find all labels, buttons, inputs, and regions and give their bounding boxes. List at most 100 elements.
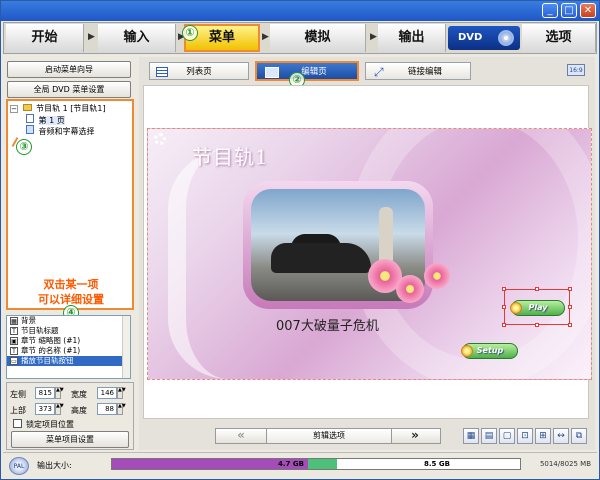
menu-title-text[interactable]: 节目轨1	[192, 141, 269, 170]
width-spinner[interactable]: ▲▼	[117, 387, 126, 399]
hint-text: 双击某一项 可以详细设置	[13, 277, 129, 307]
flower-bullet-icon	[461, 345, 473, 357]
minimize-button[interactable]: _	[542, 3, 558, 18]
dvd-label: DVD	[458, 32, 483, 43]
menu-canvas[interactable]: 节目轨1 007大破量子危机 Play Setup	[143, 85, 592, 419]
align-center-icon[interactable]: ⊡	[517, 428, 533, 444]
height-spinner[interactable]: ▲▼	[117, 403, 126, 415]
canvas-toolbar: « 剪辑选项 » ▦ ▤ ▢ ⊡ ⊞ ↔ ⧉	[143, 425, 589, 447]
tab-list-page-label: 列表页	[186, 67, 212, 77]
pal-format-icon[interactable]: PAL	[9, 457, 29, 475]
thumbnail-icon: ▣	[10, 337, 18, 345]
audio-subtitle-icon	[26, 125, 34, 134]
maximize-button[interactable]: □	[561, 3, 577, 18]
step-simulate[interactable]: 模拟	[270, 24, 366, 52]
play-menu-button-label: Play	[528, 303, 548, 312]
swirl-decoration	[168, 149, 228, 379]
item-geometry-panel: 左侧 815 ▲▼ 宽度 146 ▲▼ 上部 373 ▲▼ 高度 88 ▲▼ 锁…	[6, 382, 134, 450]
list-item-label: 播放节目轨按钮	[21, 356, 74, 365]
lock-position-checkbox[interactable]	[13, 419, 22, 428]
resize-handle[interactable]	[535, 287, 539, 291]
dvd-format-badge[interactable]: DVD	[448, 26, 520, 50]
step-input[interactable]: 输入	[98, 24, 176, 52]
copy-icon[interactable]: ⧉	[571, 428, 587, 444]
tree-node-track[interactable]: − 节目轨 1 [节目轨1]	[10, 103, 106, 114]
capacity-mark-8-5: 8.5 GB	[424, 460, 450, 468]
link-expand-icon: ⤢	[374, 65, 384, 79]
next-button[interactable]: »	[390, 429, 440, 443]
main-panel: 列表页 编辑页 ⤢ 链接编辑 ② 16:9 节目轨1 007大破量子危机 Pla…	[139, 57, 595, 450]
top-spinner[interactable]: ▲▼	[55, 403, 64, 415]
stretch-horizontal-icon[interactable]: ↔	[553, 428, 569, 444]
list-item[interactable]: ▦ 背景	[7, 316, 130, 326]
list-item-selected[interactable]: ▭ 播放节目轨按钮	[7, 356, 130, 366]
tab-list-page[interactable]: 列表页	[149, 62, 249, 80]
collapse-icon[interactable]: −	[10, 105, 18, 113]
setup-menu-button[interactable]: Setup	[461, 343, 518, 359]
tree-node-audio-subtitle[interactable]: 音频和字幕选择	[26, 125, 95, 137]
edit-options-button[interactable]: 剪辑选项	[266, 428, 392, 444]
gear-icon	[154, 133, 166, 145]
menu-item-settings-button[interactable]: 菜单项目设置	[11, 431, 129, 448]
close-button[interactable]: ✕	[580, 3, 596, 18]
list-item[interactable]: T 章节 的名称 (#1)	[7, 346, 130, 356]
text-icon: T	[10, 347, 18, 355]
grid-icon[interactable]: ▦	[463, 428, 479, 444]
dvd-menu-preview[interactable]: 节目轨1 007大破量子危机 Play Setup	[147, 128, 592, 380]
top-input[interactable]: 373	[35, 403, 55, 415]
global-dvd-menu-settings-button[interactable]: 全局 DVD 菜单设置	[7, 81, 131, 98]
list-item-label: 背景	[21, 316, 36, 325]
tree-node-audio-subtitle-label: 音频和字幕选择	[38, 127, 95, 136]
tab-link-edit[interactable]: ⤢ 链接编辑	[365, 62, 471, 80]
callout-badge-3: ③	[16, 139, 32, 155]
list-item[interactable]: ▣ 章节 缩略图 (#1)	[7, 336, 130, 346]
play-menu-button[interactable]: Play	[510, 300, 565, 316]
folder-icon	[22, 104, 32, 111]
hint-line-1: 双击某一项	[43, 278, 99, 291]
resize-handle[interactable]	[568, 305, 572, 309]
left-spinner[interactable]: ▲▼	[55, 387, 64, 399]
resize-handle[interactable]	[502, 305, 506, 309]
left-input[interactable]: 815	[35, 387, 55, 399]
disc-icon	[498, 30, 514, 46]
resize-handle[interactable]	[502, 287, 506, 291]
step-start[interactable]: 开始	[6, 24, 84, 52]
tab-edit-page[interactable]: 编辑页	[255, 61, 359, 81]
height-input[interactable]: 88	[97, 403, 117, 415]
height-label: 高度	[71, 406, 87, 415]
previous-button[interactable]: «	[216, 429, 266, 443]
table-icon[interactable]: ⊞	[535, 428, 551, 444]
tree-node-page-label: 第 1 页	[38, 116, 65, 125]
resize-handle[interactable]	[535, 323, 539, 327]
step-arrow-icon: ▶	[370, 32, 377, 42]
left-panel: 启动菜单向导 全局 DVD 菜单设置 − 节目轨 1 [节目轨1] 第 1 页 …	[3, 57, 137, 450]
safe-area-icon[interactable]: ▢	[499, 428, 515, 444]
car-shape	[271, 243, 371, 273]
selection-box[interactable]: Play	[502, 287, 572, 327]
list-scrollbar[interactable]	[122, 316, 130, 378]
step-output[interactable]: 输出	[378, 24, 446, 52]
list-item-label: 章节 缩略图 (#1)	[21, 336, 81, 345]
left-label: 左侧	[10, 390, 26, 399]
list-item-label: 节目轨标题	[21, 326, 59, 335]
workflow-steps: 开始 ▶ 输入 ▶ 菜单 ① ▶ 模拟 ▶ 输出 DVD 选项	[3, 22, 597, 54]
output-size-label: 输出大小:	[37, 461, 72, 470]
resize-handle[interactable]	[568, 287, 572, 291]
list-icon	[156, 67, 168, 77]
page-icon	[26, 114, 34, 123]
menu-wizard-button[interactable]: 启动菜单向导	[7, 61, 131, 78]
list-item-label: 章节 的名称 (#1)	[21, 346, 81, 355]
chapter-name-text[interactable]: 007大破量子危机	[276, 315, 379, 334]
lock-position-label: 锁定项目位置	[26, 420, 74, 429]
grid-fine-icon[interactable]: ▤	[481, 428, 497, 444]
list-item[interactable]: T 节目轨标题	[7, 326, 130, 336]
resize-handle[interactable]	[502, 323, 506, 327]
step-options[interactable]: 选项	[522, 24, 596, 52]
aspect-ratio-badge[interactable]: 16:9	[567, 64, 585, 76]
capacity-mark-4-7: 4.7 GB	[278, 460, 304, 468]
flower-decoration	[424, 263, 450, 289]
tab-link-edit-label: 链接编辑	[407, 67, 442, 77]
output-size-used-text: 5014/8025 MB	[539, 460, 591, 468]
resize-handle[interactable]	[568, 323, 572, 327]
width-input[interactable]: 146	[97, 387, 117, 399]
